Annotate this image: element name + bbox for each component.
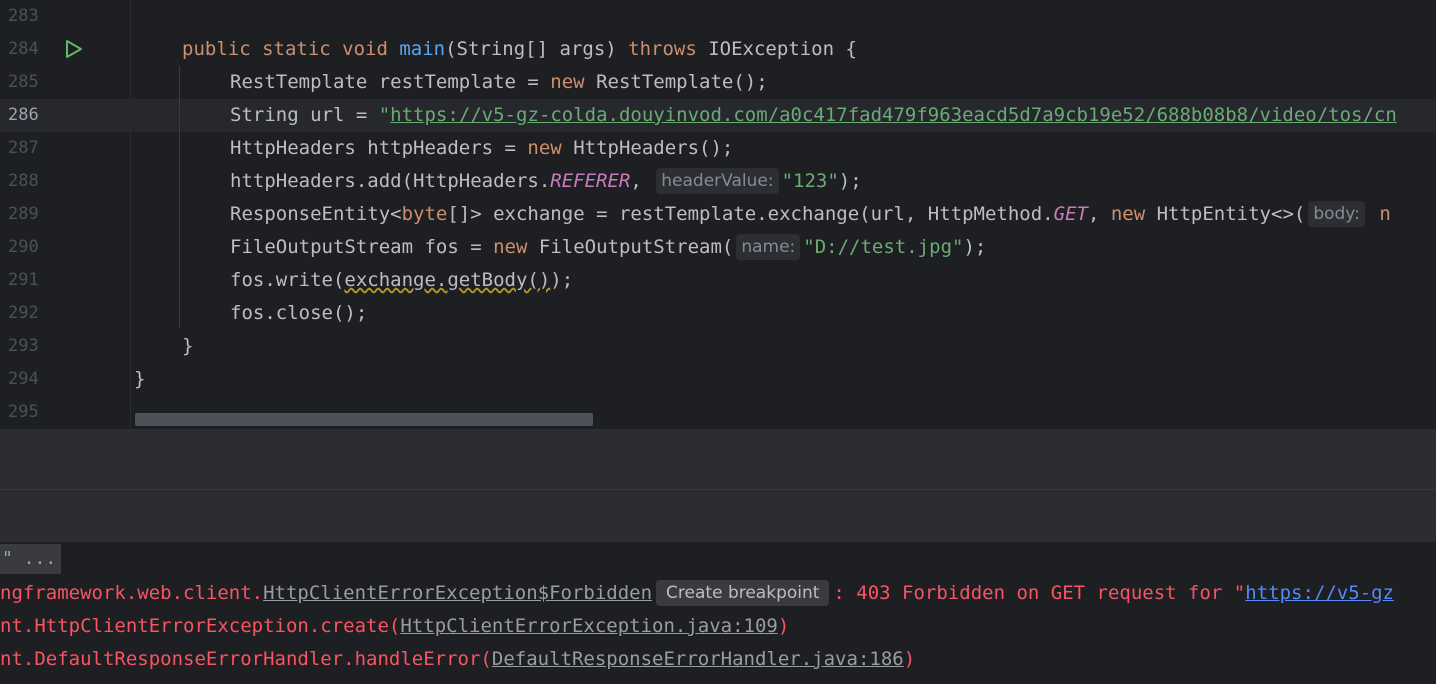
code-line[interactable]: 291 fos.write(exchange.getBody()); <box>0 264 1436 297</box>
code-line[interactable]: 288 httpHeaders.add(HttpHeaders.REFERER,… <box>0 165 1436 198</box>
tool-window-header <box>0 429 1436 489</box>
code-text: } <box>134 368 146 390</box>
url-link[interactable]: https://v5-gz-colda.douyinvod.com/a0c417… <box>390 104 1397 126</box>
line-number: 287 <box>8 138 39 158</box>
code-editor[interactable]: 283 284 public static void main(String[]… <box>0 0 1436 429</box>
code-text: FileOutputStream fos = new FileOutputStr… <box>230 234 987 260</box>
code-text: public static void main(String[] args) t… <box>182 38 857 60</box>
code-line[interactable]: 283 <box>0 0 1436 33</box>
parameter-hint: headerValue: <box>656 168 779 194</box>
code-line[interactable]: 285 RestTemplate restTemplate = new Rest… <box>0 66 1436 99</box>
code-text: ResponseEntity<byte[]> exchange = restTe… <box>230 201 1391 227</box>
line-number: 286 <box>8 105 39 125</box>
code-line[interactable]: 289 ResponseEntity<byte[]> exchange = re… <box>0 198 1436 231</box>
code-text: fos.write(exchange.getBody()); <box>230 269 574 291</box>
run-console[interactable]: " ... ngframework.web.client.HttpClientE… <box>0 542 1436 684</box>
code-text: String url = "https://v5-gz-colda.douyin… <box>230 104 1397 126</box>
code-text: HttpHeaders httpHeaders = new HttpHeader… <box>230 137 734 159</box>
code-text: RestTemplate restTemplate = new RestTemp… <box>230 71 768 93</box>
create-breakpoint-button[interactable]: Create breakpoint <box>656 580 830 606</box>
code-text: fos.close(); <box>230 302 368 324</box>
line-number: 283 <box>8 6 39 26</box>
line-number: 294 <box>8 369 39 389</box>
tool-window-toolbar <box>0 490 1436 542</box>
parameter-hint: body: <box>1308 201 1365 227</box>
code-line[interactable]: 293 } <box>0 330 1436 363</box>
console-line: ngframework.web.client.HttpClientErrorEx… <box>0 580 1394 606</box>
code-line[interactable]: 290 FileOutputStream fos = new FileOutpu… <box>0 231 1436 264</box>
line-number: 284 <box>8 39 39 59</box>
console-line: nt.DefaultResponseErrorHandler.handleErr… <box>0 648 916 670</box>
code-text: httpHeaders.add(HttpHeaders.REFERER, hea… <box>230 168 862 194</box>
line-number: 290 <box>8 237 39 257</box>
collapsed-command-line-button[interactable]: " ... <box>0 544 61 574</box>
line-number: 288 <box>8 171 39 191</box>
code-line[interactable]: 284 public static void main(String[] arg… <box>0 33 1436 66</box>
code-line[interactable]: 292 fos.close(); <box>0 297 1436 330</box>
line-number: 293 <box>8 336 39 356</box>
code-text: } <box>182 335 194 357</box>
code-line-current[interactable]: 286 String url = "https://v5-gz-colda.do… <box>0 99 1436 132</box>
parameter-hint: name: <box>736 234 801 260</box>
indent-guide <box>179 66 180 328</box>
exception-class-link[interactable]: HttpClientErrorException$Forbidden <box>263 582 652 604</box>
run-icon[interactable] <box>64 39 84 59</box>
horizontal-scrollbar-thumb[interactable] <box>135 413 593 426</box>
warning-highlight[interactable]: exchange.getBody() <box>344 269 550 291</box>
line-number: 292 <box>8 303 39 323</box>
code-line[interactable]: 287 HttpHeaders httpHeaders = new HttpHe… <box>0 132 1436 165</box>
source-location-link[interactable]: HttpClientErrorException.java:109 <box>400 615 778 637</box>
line-number: 291 <box>8 270 39 290</box>
line-number: 285 <box>8 72 39 92</box>
console-line: nt.HttpClientErrorException.create(HttpC… <box>0 615 790 637</box>
request-url-link[interactable]: https://v5-gz <box>1245 582 1394 604</box>
line-number: 295 <box>8 402 39 422</box>
line-number: 289 <box>8 204 39 224</box>
source-location-link[interactable]: DefaultResponseErrorHandler.java:186 <box>492 648 904 670</box>
code-line[interactable]: 294 } <box>0 363 1436 396</box>
